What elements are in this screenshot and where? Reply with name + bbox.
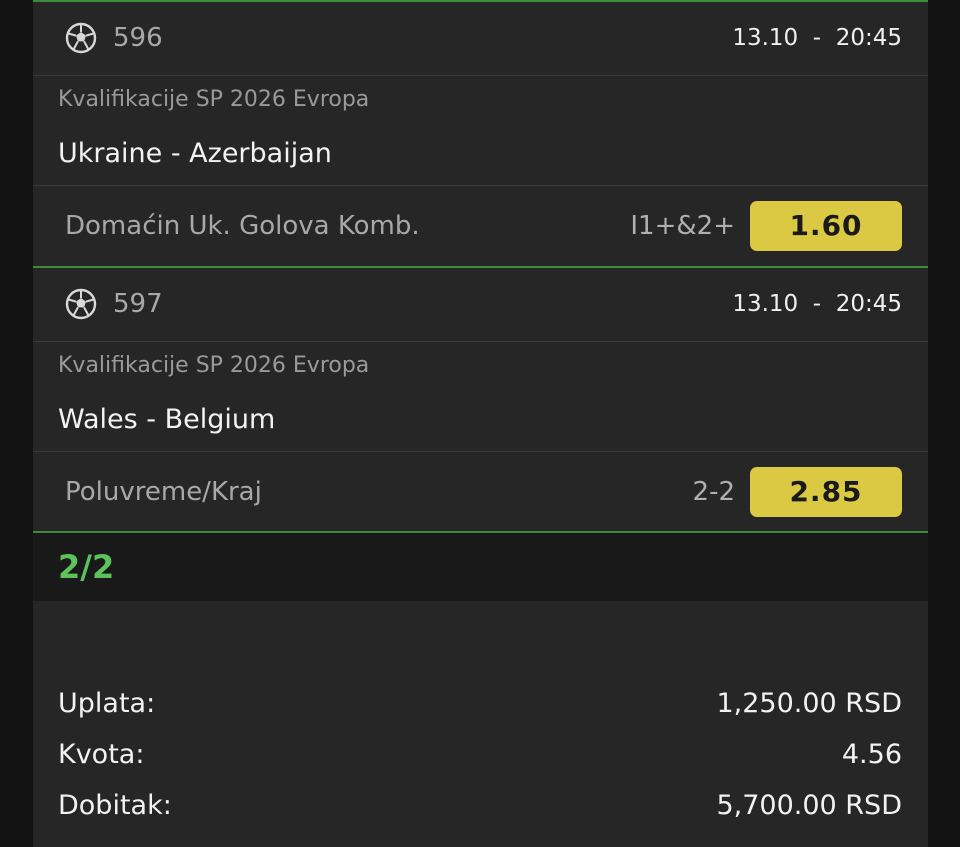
soccer-ball-icon [65, 22, 97, 54]
ticket-screen: 596 13.10 - 20:45 Kvalifikacije SP 2026 … [0, 0, 960, 847]
summary-odds-row: Kvota: 4.56 [33, 737, 928, 777]
bet-market: Poluvreme/Kraj [65, 477, 262, 507]
match-divider [33, 266, 928, 268]
match-divider [33, 0, 928, 2]
stake-value: 1,250.00 RSD [716, 688, 902, 719]
total-odds-value: 4.56 [841, 739, 902, 770]
match-time: 13.10 - 20:45 [732, 291, 902, 317]
bet-pick: 2-2 [692, 477, 735, 507]
odds-button[interactable]: 1.60 [750, 201, 902, 251]
match-teams: Ukraine - Azerbaijan [58, 138, 332, 169]
ticket-count: 2/2 [58, 548, 115, 586]
bet-market: Domaćin Uk. Golova Komb. [65, 211, 420, 241]
soccer-ball-icon [65, 288, 97, 320]
ticket-count-bar: 2/2 [33, 533, 928, 601]
league-name: Kvalifikacije SP 2026 Evropa [58, 353, 370, 378]
match-time: 13.10 - 20:45 [732, 25, 902, 51]
separator [33, 451, 928, 452]
payout-label: Dobitak: [58, 790, 172, 821]
league-name: Kvalifikacije SP 2026 Evropa [58, 87, 370, 112]
summary-payout-row: Dobitak: 5,700.00 RSD [33, 788, 928, 828]
stake-label: Uplata: [58, 688, 156, 719]
separator [33, 341, 928, 342]
payout-value: 5,700.00 RSD [716, 790, 902, 821]
odds-button[interactable]: 2.85 [750, 467, 902, 517]
match-teams: Wales - Belgium [58, 404, 276, 435]
separator [33, 185, 928, 186]
match-number: 596 [113, 23, 163, 53]
summary-stake-row: Uplata: 1,250.00 RSD [33, 686, 928, 726]
bet-pick: I1+&2+ [630, 211, 735, 241]
ticket-panel: 596 13.10 - 20:45 Kvalifikacije SP 2026 … [33, 0, 928, 847]
total-odds-label: Kvota: [58, 739, 145, 770]
match-number: 597 [113, 289, 163, 319]
separator [33, 75, 928, 76]
